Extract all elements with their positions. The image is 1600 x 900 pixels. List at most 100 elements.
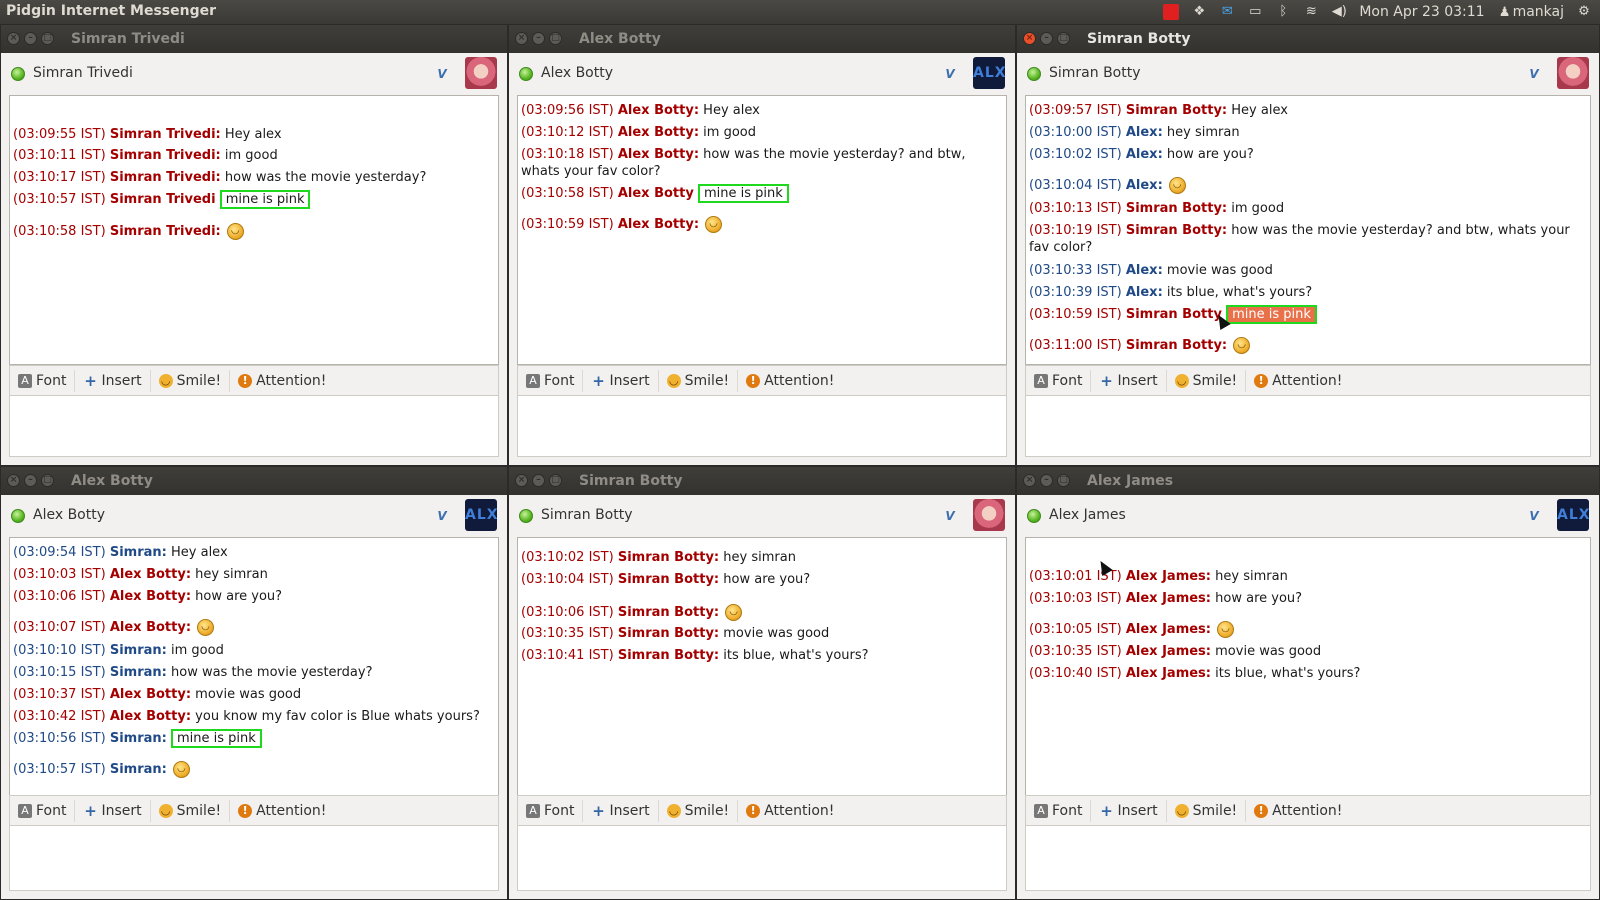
protocol-icon[interactable]: V bbox=[433, 509, 451, 525]
attention-button[interactable]: ! Attention! bbox=[738, 370, 842, 392]
message-timestamp: (03:10:58 IST) bbox=[13, 224, 106, 239]
insert-button[interactable]: + Insert bbox=[75, 799, 151, 822]
insert-button[interactable]: + Insert bbox=[1091, 799, 1167, 822]
maximize-icon[interactable]: □ bbox=[41, 32, 54, 45]
buddy-avatar[interactable]: ALX bbox=[1557, 499, 1590, 531]
minimize-icon[interactable]: – bbox=[24, 474, 37, 487]
close-icon[interactable]: × bbox=[515, 474, 528, 487]
message-entry-field[interactable] bbox=[517, 825, 1007, 891]
message-log[interactable]: (03:09:54 IST) Simran: Hey alex (03:10:03… bbox=[9, 537, 499, 799]
maximize-icon[interactable]: □ bbox=[549, 474, 562, 487]
close-icon[interactable]: × bbox=[1023, 474, 1036, 487]
minimize-icon[interactable]: – bbox=[532, 474, 545, 487]
buddy-avatar[interactable] bbox=[973, 499, 1005, 531]
insert-button[interactable]: + Insert bbox=[1091, 369, 1167, 392]
window-title: Alex Botty bbox=[579, 31, 661, 47]
chat-window[interactable]: × – □ Alex James Alex James V ALX (03:10:01 IST… bbox=[1016, 466, 1600, 900]
buddy-avatar[interactable] bbox=[465, 57, 497, 89]
font-button[interactable]: A Font bbox=[10, 799, 76, 822]
protocol-icon[interactable]: V bbox=[433, 67, 451, 83]
smile-button[interactable]: ◡ Smile! bbox=[1167, 369, 1247, 392]
smile-button[interactable]: ◡ Smile! bbox=[151, 369, 231, 392]
format-toolbar: A Font + Insert ◡ Smile!! Attention! bbox=[1025, 365, 1591, 395]
maximize-icon[interactable]: □ bbox=[549, 32, 562, 45]
close-icon[interactable]: × bbox=[7, 32, 20, 45]
attention-button[interactable]: ! Attention! bbox=[230, 370, 334, 392]
window-titlebar[interactable]: × – □ Simran Botty bbox=[1017, 25, 1599, 53]
attention-button[interactable]: ! Attention! bbox=[1246, 800, 1350, 822]
message-log[interactable]: (03:09:57 IST) Simran Botty: Hey alex (03… bbox=[1025, 95, 1591, 365]
chat-window[interactable]: × – □ Simran Trivedi Simran Trivedi V (03:09:5… bbox=[0, 24, 508, 466]
bluetooth-icon[interactable]: ᛒ bbox=[1275, 4, 1291, 20]
insert-button[interactable]: + Insert bbox=[75, 369, 151, 392]
buddy-avatar[interactable] bbox=[1557, 57, 1589, 89]
font-button[interactable]: A Font bbox=[518, 799, 584, 822]
font-button[interactable]: A Font bbox=[518, 369, 584, 392]
battery-icon[interactable]: ▭ bbox=[1247, 4, 1263, 20]
message-entry-field[interactable] bbox=[9, 825, 499, 891]
chat-window[interactable]: × – □ Alex Botty Alex Botty V ALX (03:09:56 IST… bbox=[508, 24, 1016, 466]
insert-button[interactable]: + Insert bbox=[583, 369, 659, 392]
minimize-icon[interactable]: – bbox=[532, 32, 545, 45]
protocol-icon[interactable]: V bbox=[941, 509, 959, 525]
maximize-icon[interactable]: □ bbox=[1057, 32, 1070, 45]
chat-window[interactable]: × – □ Simran Botty Simran Botty V (03:09:57 IS… bbox=[1016, 24, 1600, 466]
font-button[interactable]: A Font bbox=[10, 369, 76, 392]
close-icon[interactable]: × bbox=[515, 32, 528, 45]
message-log[interactable]: (03:09:56 IST) Alex Botty: Hey alex (03:1… bbox=[517, 95, 1007, 365]
highlighted-message-text: mine is pink bbox=[697, 184, 789, 203]
protocol-icon[interactable]: V bbox=[941, 67, 959, 83]
wifi-icon[interactable]: ≋ bbox=[1303, 4, 1319, 20]
message-log[interactable]: (03:10:02 IST) Simran Botty: hey simran(… bbox=[517, 537, 1007, 807]
message-text: how are you? bbox=[1166, 147, 1254, 162]
record-icon[interactable] bbox=[1163, 4, 1180, 20]
window-titlebar[interactable]: × – □ Simran Trivedi bbox=[1, 25, 507, 53]
gear-icon[interactable]: ⚙ bbox=[1576, 4, 1592, 20]
message-entry-field[interactable] bbox=[1025, 395, 1591, 457]
protocol-icon[interactable]: V bbox=[1525, 67, 1543, 83]
smile-button[interactable]: ◡ Smile! bbox=[151, 799, 231, 822]
protocol-icon[interactable]: V bbox=[1525, 509, 1543, 525]
message-text: Hey alex bbox=[224, 127, 282, 142]
maximize-icon[interactable]: □ bbox=[1057, 474, 1070, 487]
insert-button[interactable]: + Insert bbox=[583, 799, 659, 822]
smile-button[interactable]: ◡ Smile! bbox=[659, 799, 739, 822]
minimize-icon[interactable]: – bbox=[24, 32, 37, 45]
chat-window[interactable]: × – □ Alex Botty Alex Botty V ALX (03:09:54 IST… bbox=[0, 466, 508, 900]
highlighted-message-text: mine is pink bbox=[219, 190, 311, 209]
message-log[interactable]: (03:09:55 IST) Simran Trivedi: Hey alex(… bbox=[9, 95, 499, 365]
close-icon[interactable]: × bbox=[1023, 32, 1036, 45]
window-titlebar[interactable]: × – □ Alex Botty bbox=[1, 467, 507, 495]
window-titlebar[interactable]: × – □ Alex Botty bbox=[509, 25, 1015, 53]
attention-icon: ! bbox=[746, 803, 761, 818]
chat-window[interactable]: × – □ Simran Botty Simran Botty V (03:10:02 IS… bbox=[508, 466, 1016, 900]
message-timestamp: (03:10:59 IST) bbox=[1029, 307, 1122, 322]
sender-name: Simran Botty: bbox=[617, 572, 720, 587]
font-button[interactable]: A Font bbox=[1026, 799, 1092, 822]
message-entry-field[interactable] bbox=[517, 395, 1007, 457]
attention-button[interactable]: ! Attention! bbox=[738, 800, 842, 822]
buddy-avatar[interactable]: ALX bbox=[973, 57, 1006, 89]
sender-name: Simran Trivedi: bbox=[109, 127, 221, 142]
attention-button[interactable]: ! Attention! bbox=[230, 800, 334, 822]
dropbox-icon[interactable]: ❖ bbox=[1191, 4, 1207, 20]
datetime[interactable]: Mon Apr 23 03:11 bbox=[1359, 4, 1484, 20]
maximize-icon[interactable]: □ bbox=[41, 474, 54, 487]
message-log[interactable]: (03:10:01 IST) Alex James: hey simran (03… bbox=[1025, 537, 1591, 803]
smile-button[interactable]: ◡ Smile! bbox=[1167, 799, 1247, 822]
font-button[interactable]: A Font bbox=[1026, 369, 1092, 392]
user-menu[interactable]: ♟ mankaj bbox=[1497, 4, 1564, 21]
close-icon[interactable]: × bbox=[7, 474, 20, 487]
minimize-icon[interactable]: – bbox=[1040, 474, 1053, 487]
smile-button[interactable]: ◡ Smile! bbox=[659, 369, 739, 392]
message-entry-field[interactable] bbox=[9, 395, 499, 457]
volume-icon[interactable]: ◀) bbox=[1331, 4, 1347, 20]
minimize-icon[interactable]: – bbox=[1040, 32, 1053, 45]
mail-icon[interactable]: ✉ bbox=[1219, 4, 1235, 20]
message-entry-field[interactable] bbox=[1025, 825, 1591, 891]
message-timestamp: (03:10:57 IST) bbox=[13, 192, 106, 207]
window-titlebar[interactable]: × – □ Alex James bbox=[1017, 467, 1599, 495]
attention-button[interactable]: ! Attention! bbox=[1246, 370, 1350, 392]
window-titlebar[interactable]: × – □ Simran Botty bbox=[509, 467, 1015, 495]
buddy-avatar[interactable]: ALX bbox=[465, 499, 498, 531]
